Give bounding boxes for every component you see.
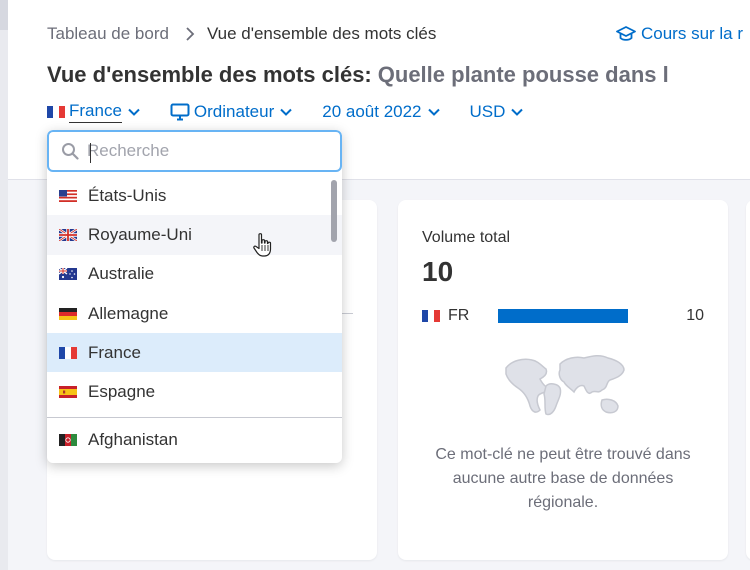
world-map-icon	[505, 354, 625, 416]
france-flag-icon	[47, 106, 65, 118]
course-link[interactable]: Cours sur la r	[616, 24, 743, 44]
country-list: États-Unis Royaume-Uni Australie Allemag…	[47, 176, 342, 460]
us-flag-icon	[59, 189, 77, 202]
volume-country-row: FR 10	[422, 307, 704, 325]
volume-card: Volume total 10 FR 10 Ce mot-clé ne peut…	[398, 200, 728, 560]
breadcrumb-current: Vue d'ensemble des mots clés	[206, 24, 437, 43]
empty-message: Ce mot-clé ne peut être trouvé dans aucu…	[435, 446, 691, 511]
breadcrumb-chevron-icon	[186, 27, 195, 41]
chevron-down-icon	[128, 108, 140, 116]
page-title-query: Quelle plante pousse dans l	[377, 62, 669, 87]
country-option-afghanistan[interactable]: Afghanistan	[47, 421, 342, 460]
country-filter-label: France	[69, 101, 122, 123]
country-option-label: Espagne	[88, 382, 156, 402]
desktop-icon	[170, 103, 190, 121]
date-filter-label: 20 août 2022	[322, 102, 422, 121]
course-link-label: Cours sur la r	[641, 24, 744, 43]
country-option-label: Royaume-Uni	[88, 224, 192, 244]
device-filter[interactable]: Ordinateur	[170, 102, 292, 122]
volume-country-code: FR	[448, 307, 470, 324]
country-option-label: États-Unis	[88, 185, 167, 205]
hand-cursor-icon	[253, 233, 272, 257]
country-option-france[interactable]: France	[47, 333, 342, 373]
currency-filter-label: USD	[469, 102, 506, 121]
france-flag-icon	[422, 310, 440, 322]
page: Tableau de bord Vue d'ensemble des mots …	[0, 0, 750, 570]
date-filter[interactable]: 20 août 2022	[322, 102, 440, 122]
page-title: Vue d'ensemble des mots clés: Quelle plan…	[47, 62, 669, 90]
currency-filter[interactable]: USD	[470, 102, 524, 122]
uk-flag-icon	[59, 228, 77, 241]
country-option-uk[interactable]: Royaume-Uni	[47, 215, 342, 255]
card-right-partial	[746, 200, 750, 560]
volume-value: 10	[422, 256, 454, 287]
country-option-spain[interactable]: Espagne	[47, 372, 342, 411]
page-title-main: Vue d'ensemble des mots clés:	[47, 62, 372, 87]
country-filter[interactable]: France	[47, 101, 140, 123]
list-divider	[47, 416, 342, 418]
france-flag-icon	[59, 346, 77, 359]
country-option-label: Australie	[88, 264, 155, 284]
search-icon	[62, 143, 79, 160]
country-search-input[interactable]	[87, 141, 317, 161]
volume-label: Volume total	[422, 229, 511, 246]
chevron-down-icon	[280, 108, 292, 116]
country-option-label: Afghanistan	[88, 430, 178, 450]
country-option-australia[interactable]: Australie	[47, 255, 342, 294]
germany-flag-icon	[59, 307, 77, 320]
text-caret	[90, 143, 91, 163]
left-sidebar-strip	[0, 0, 8, 570]
afghanistan-flag-icon	[59, 434, 77, 447]
chevron-down-icon	[511, 108, 524, 116]
country-option-label: France	[88, 342, 141, 362]
device-filter-label: Ordinateur	[193, 102, 275, 121]
chevron-down-icon	[427, 108, 440, 116]
breadcrumb: Tableau de bord Vue d'ensemble des mots …	[47, 24, 436, 44]
sidebar-mark	[0, 0, 8, 30]
country-option-label: Allemagne	[88, 303, 169, 323]
spain-flag-icon	[59, 386, 77, 399]
country-option-germany[interactable]: Allemagne	[47, 294, 342, 333]
dropdown-scrollbar-thumb[interactable]	[331, 180, 337, 242]
country-option-us[interactable]: États-Unis	[47, 176, 342, 215]
breadcrumb-home[interactable]: Tableau de bord	[47, 24, 169, 44]
country-search-box[interactable]	[47, 130, 342, 172]
graduation-cap-icon	[616, 26, 636, 41]
volume-country-value: 10	[686, 307, 704, 324]
australia-flag-icon	[59, 268, 77, 281]
volume-bar	[498, 309, 628, 323]
country-dropdown: États-Unis Royaume-Uni	[47, 130, 342, 463]
filter-bar: France Ordinateur 20 août 2022 USD	[47, 100, 553, 124]
